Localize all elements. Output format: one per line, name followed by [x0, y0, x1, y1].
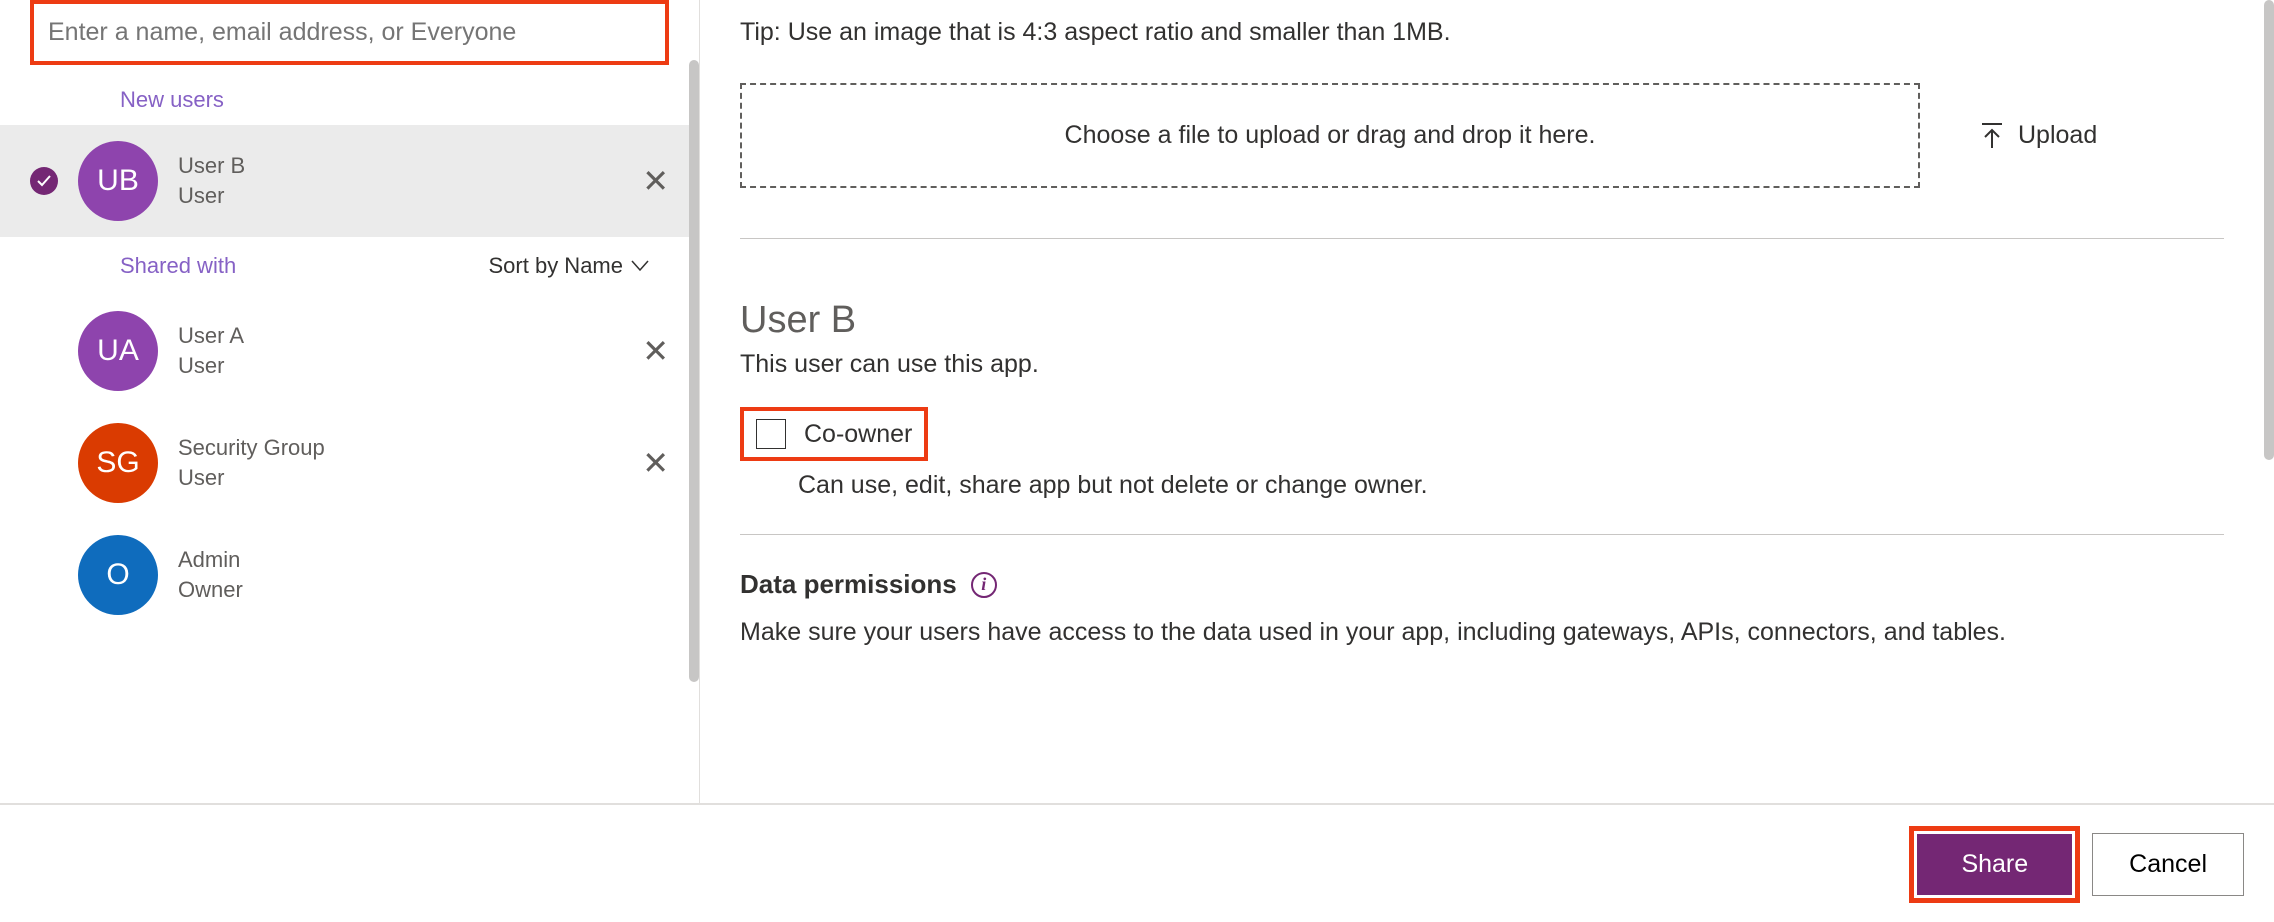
data-permissions-text: Make sure your users have access to the … [740, 618, 2234, 647]
user-name: User B [178, 153, 612, 179]
details-panel: Tip: Use an image that is 4:3 aspect rat… [700, 0, 2274, 922]
new-users-heading: New users [0, 75, 699, 125]
user-row[interactable]: UB User B User ✕ [0, 125, 699, 237]
info-icon[interactable]: i [971, 572, 997, 598]
share-button[interactable]: Share [1917, 834, 2072, 895]
remove-icon[interactable]: ✕ [632, 440, 679, 486]
highlight-share: Share [1909, 826, 2080, 903]
cancel-button[interactable]: Cancel [2092, 833, 2244, 896]
coowner-checkbox[interactable] [756, 419, 786, 449]
sort-label: Sort by Name [489, 253, 624, 279]
upload-label: Upload [2018, 121, 2097, 150]
remove-icon[interactable]: ✕ [632, 158, 679, 204]
upload-button[interactable]: Upload [1980, 121, 2197, 150]
detail-title: User B [740, 239, 2234, 342]
avatar: SG [78, 423, 158, 503]
user-role: User [178, 183, 612, 209]
user-name: Admin [178, 547, 679, 573]
people-search-input[interactable] [36, 6, 663, 59]
user-name: Security Group [178, 435, 612, 461]
sort-dropdown[interactable]: Sort by Name [489, 253, 650, 279]
people-panel: New users UB User B User ✕ Shared with S… [0, 0, 700, 922]
user-row[interactable]: UA User A User ✕ [0, 295, 699, 407]
scrollbar[interactable] [2264, 0, 2274, 460]
highlight-search [30, 0, 669, 65]
avatar: UB [78, 141, 158, 221]
tip-text: Tip: Use an image that is 4:3 aspect rat… [740, 0, 2234, 83]
scrollbar[interactable] [689, 60, 699, 682]
remove-icon[interactable]: ✕ [632, 328, 679, 374]
user-row[interactable]: SG Security Group User ✕ [0, 407, 699, 519]
avatar: O [78, 535, 158, 615]
detail-sub: This user can use this app. [740, 342, 2234, 407]
check-icon [30, 167, 58, 195]
user-name: User A [178, 323, 612, 349]
user-role: User [178, 353, 612, 379]
chevron-down-icon [631, 260, 649, 272]
file-drop-zone[interactable]: Choose a file to upload or drag and drop… [740, 83, 1920, 188]
shared-with-heading: Shared with [120, 253, 236, 279]
highlight-coowner: Co-owner [740, 407, 928, 461]
upload-icon [1980, 122, 2004, 150]
coowner-description: Can use, edit, share app but not delete … [740, 465, 2234, 534]
data-permissions-heading: Data permissions [740, 569, 957, 600]
dialog-footer: Share Cancel [0, 804, 2274, 922]
user-role: User [178, 465, 612, 491]
avatar: UA [78, 311, 158, 391]
user-role: Owner [178, 577, 679, 603]
coowner-label: Co-owner [804, 420, 912, 449]
user-row[interactable]: O Admin Owner [0, 519, 699, 631]
